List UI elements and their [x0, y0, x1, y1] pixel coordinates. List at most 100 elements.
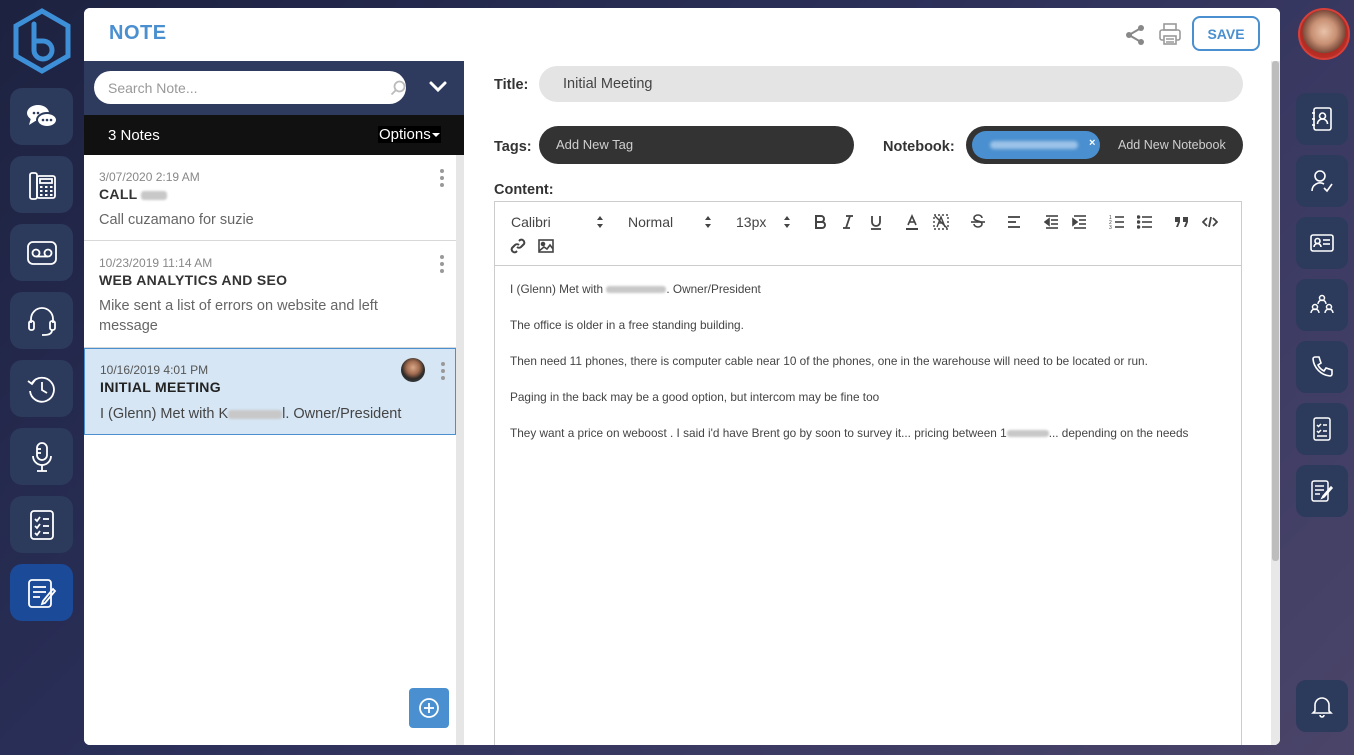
- link-icon: [510, 238, 526, 254]
- note-edit-button[interactable]: [1296, 465, 1348, 517]
- select-arrows-icon: [784, 216, 790, 228]
- share-icon[interactable]: [1124, 24, 1146, 46]
- note-date: 10/23/2019 11:14 AM: [99, 256, 213, 270]
- notebook-input[interactable]: × Add New Notebook: [966, 126, 1243, 164]
- select-arrows-icon: [705, 216, 711, 228]
- team-button[interactable]: [1296, 279, 1348, 331]
- font-size-select[interactable]: 13px: [736, 213, 796, 231]
- outdent-button[interactable]: [1043, 213, 1061, 231]
- code-block-button[interactable]: [1201, 213, 1219, 231]
- highlight-icon: [933, 214, 949, 230]
- id-card-button[interactable]: [1296, 217, 1348, 269]
- bold-button[interactable]: [811, 213, 829, 231]
- more-options-icon[interactable]: [440, 169, 446, 187]
- code-icon: [1202, 216, 1218, 228]
- content-label: Content:: [494, 182, 554, 198]
- save-button[interactable]: SAVE: [1192, 16, 1260, 51]
- team-icon: [1310, 294, 1334, 314]
- note-date: 10/16/2019 4:01 PM: [100, 363, 209, 377]
- bell-icon: [1311, 697, 1333, 718]
- headset-icon: [27, 306, 56, 336]
- notifications-button[interactable]: [1296, 680, 1348, 732]
- align-button[interactable]: [1005, 213, 1023, 231]
- insert-image-button[interactable]: [537, 237, 555, 255]
- note-snippet: I (Glenn) Met with Kl. Owner/President: [100, 406, 402, 422]
- more-options-icon[interactable]: [440, 255, 446, 273]
- search-input[interactable]: [108, 77, 368, 99]
- microphone-icon: [31, 441, 52, 472]
- note-list-item-selected[interactable]: 10/16/2019 4:01 PM INITIAL MEETING I (Gl…: [84, 348, 456, 435]
- phone-nav-button[interactable]: [10, 156, 73, 213]
- strikethrough-icon: [971, 214, 985, 228]
- background-color-button[interactable]: [932, 213, 950, 231]
- notebook-chip[interactable]: ×: [972, 131, 1100, 159]
- title-label: Title:: [494, 77, 529, 93]
- right-navigation-rail: [1280, 0, 1354, 755]
- notebook-label: Notebook:: [883, 139, 955, 155]
- note-list-item[interactable]: 3/07/2020 2:19 AM CALL Call cuzamano for…: [84, 155, 456, 241]
- user-check-button[interactable]: [1296, 155, 1348, 207]
- underline-button[interactable]: [867, 213, 885, 231]
- tags-input[interactable]: Add New Tag: [539, 126, 854, 164]
- caret-down-icon: [431, 133, 440, 138]
- note-title: CALL: [99, 186, 168, 202]
- editor-scrollbar[interactable]: [1271, 61, 1280, 745]
- notes-scrollbar[interactable]: [456, 155, 464, 745]
- italic-icon: [843, 215, 853, 229]
- indent-icon: [1072, 215, 1086, 229]
- note-snippet: Call cuzamano for suzie: [99, 212, 254, 228]
- content-line: The office is older in a free standing b…: [510, 318, 744, 332]
- id-card-icon: [1310, 234, 1334, 252]
- author-avatar: [401, 358, 425, 382]
- notes-nav-button[interactable]: [10, 564, 73, 621]
- chevron-down-icon[interactable]: [428, 79, 448, 95]
- remove-notebook-icon[interactable]: ×: [1089, 137, 1095, 149]
- italic-button[interactable]: [839, 213, 857, 231]
- ordered-list-icon: 123: [1109, 215, 1124, 230]
- blockquote-button[interactable]: [1173, 213, 1191, 231]
- contacts-button[interactable]: [1296, 93, 1348, 145]
- more-options-icon[interactable]: [441, 362, 447, 380]
- chat-nav-button[interactable]: [10, 88, 73, 145]
- underline-icon: [871, 216, 881, 230]
- checklist-icon: [1313, 417, 1331, 441]
- scrollbar-thumb[interactable]: [1272, 61, 1279, 561]
- recording-nav-button[interactable]: [10, 428, 73, 485]
- options-label: Options: [379, 126, 431, 143]
- support-nav-button[interactable]: [10, 292, 73, 349]
- indent-button[interactable]: [1071, 213, 1089, 231]
- image-icon: [538, 239, 554, 253]
- tasks-nav-button[interactable]: [10, 496, 73, 553]
- print-icon[interactable]: [1158, 22, 1182, 46]
- note-snippet: Mike sent a list of errors on website an…: [99, 298, 378, 334]
- app-logo-icon[interactable]: [12, 8, 72, 74]
- search-icon[interactable]: [390, 80, 406, 96]
- search-input-wrapper: [94, 71, 406, 104]
- voicemail-nav-button[interactable]: [10, 224, 73, 281]
- tags-label: Tags:: [494, 139, 532, 155]
- svg-text:3: 3: [1109, 225, 1112, 230]
- note-edit-icon: [1311, 480, 1334, 502]
- page-title: NOTE: [109, 22, 167, 44]
- left-navigation-rail: [0, 0, 84, 755]
- font-style-select[interactable]: Normal: [628, 213, 718, 231]
- notes-count: 3 Notes: [108, 127, 160, 144]
- user-avatar[interactable]: [1298, 8, 1350, 60]
- title-input[interactable]: Initial Meeting: [539, 66, 1243, 102]
- call-button[interactable]: [1296, 341, 1348, 393]
- editor-content[interactable]: I (Glenn) Met with . Owner/President The…: [510, 282, 1230, 462]
- ordered-list-button[interactable]: 123: [1108, 213, 1126, 231]
- history-nav-button[interactable]: [10, 360, 73, 417]
- bullet-list-button[interactable]: [1136, 213, 1154, 231]
- strikethrough-button[interactable]: [969, 213, 987, 231]
- note-list-item[interactable]: 10/23/2019 11:14 AM WEB ANALYTICS AND SE…: [84, 241, 456, 348]
- font-family-select[interactable]: Calibri: [511, 213, 607, 231]
- insert-link-button[interactable]: [509, 237, 527, 255]
- options-dropdown[interactable]: Options: [378, 126, 441, 143]
- text-color-button[interactable]: [903, 213, 921, 231]
- address-book-icon: [1312, 107, 1332, 131]
- add-note-button[interactable]: [409, 688, 449, 728]
- history-clock-icon: [26, 376, 55, 403]
- notes-count-bar: 3 Notes Options: [84, 115, 464, 155]
- task-list-button[interactable]: [1296, 403, 1348, 455]
